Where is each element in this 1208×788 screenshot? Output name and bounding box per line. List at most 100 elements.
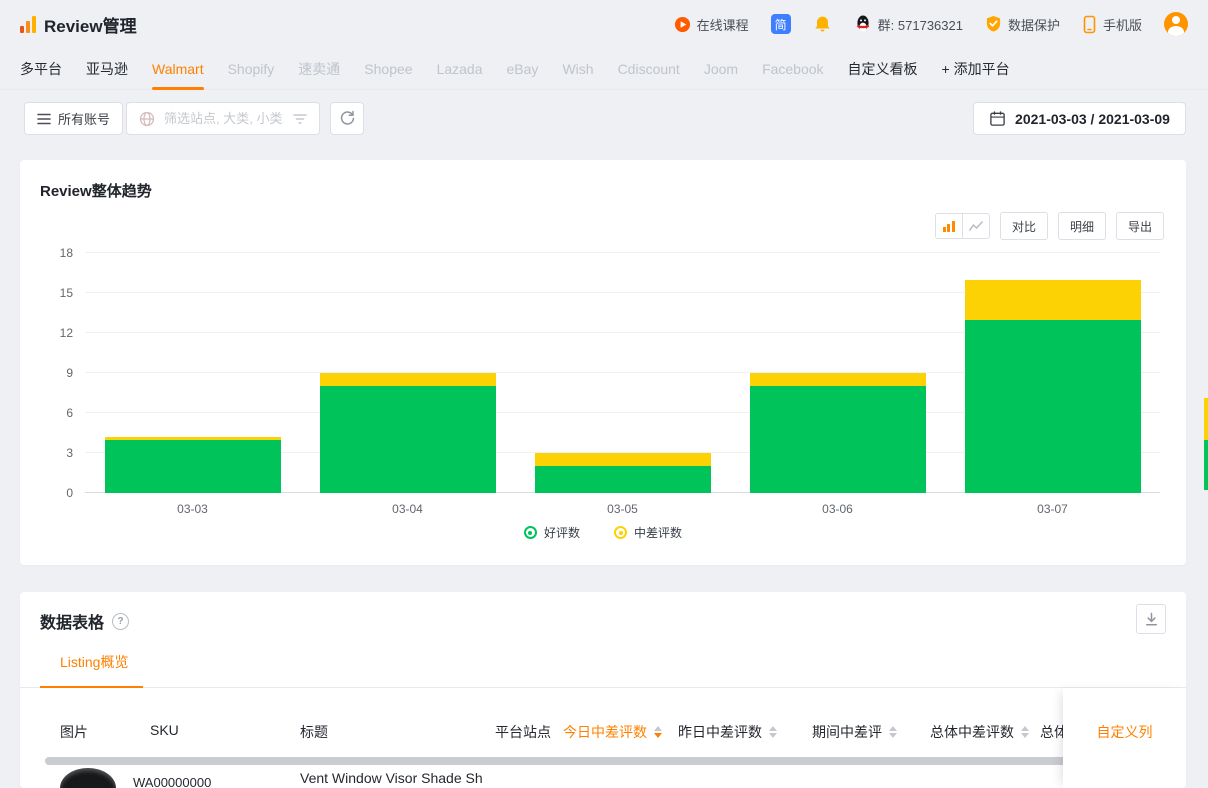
bar-group-03-03: 03-03 [85, 253, 300, 493]
platform-tab-Shopee[interactable]: Shopee [364, 48, 412, 89]
platform-tab-Joom[interactable]: Joom [704, 48, 738, 89]
legend-item-中差评数[interactable]: 中差评数 [614, 524, 682, 541]
line-chart-toggle[interactable] [962, 214, 989, 238]
all-accounts-label: 所有账号 [58, 109, 110, 128]
site-filter-input-wrap [126, 102, 320, 135]
chart-type-switch [935, 213, 990, 239]
x-axis-label: 03-03 [85, 502, 300, 516]
product-image[interactable] [60, 768, 116, 788]
platform-tab-+ 添加平台[interactable]: + 添加平台 [942, 48, 1010, 89]
bar-chart-logo-icon [20, 16, 36, 33]
shield-check-icon [985, 15, 1002, 33]
refresh-button[interactable] [330, 102, 364, 135]
bar-seg-中差评数 [105, 437, 281, 440]
tab-listing-overview[interactable]: Listing概览 [60, 652, 128, 672]
user-avatar[interactable] [1164, 12, 1188, 36]
mobile-version-link[interactable]: 手机版 [1082, 15, 1142, 34]
column-header-标题: 标题 [300, 722, 328, 742]
y-axis-label: 3 [66, 446, 73, 460]
compare-button[interactable]: 对比 [1000, 212, 1048, 240]
platform-tab-Cdiscount[interactable]: Cdiscount [618, 48, 680, 89]
sort-caret[interactable] [769, 726, 777, 738]
page: Review管理 在线课程 简 [0, 0, 1208, 788]
chart-title: Review整体趋势 [40, 180, 152, 201]
calendar-icon [989, 110, 1006, 127]
data-table-card: 数据表格 ? Listing概览 图片SKU标题平台站点今日中差评数昨日中差评数… [20, 592, 1186, 788]
column-header-总体中差评数[interactable]: 总体中差评数 [930, 722, 1029, 742]
help-icon[interactable]: ? [112, 613, 129, 630]
platform-tab-多平台[interactable]: 多平台 [20, 48, 62, 89]
platform-tab-速卖通[interactable]: 速卖通 [298, 48, 340, 89]
column-label: SKU [150, 722, 179, 738]
legend-marker-icon [524, 526, 537, 539]
line-chart-icon [968, 219, 984, 233]
top-nav: 在线课程 简 群: 571736321 [674, 12, 1188, 36]
site-filter-input[interactable] [162, 110, 286, 127]
app-logo: Review管理 [20, 12, 137, 37]
fixed-right-column: 自定义列 [1063, 688, 1186, 788]
column-header-SKU: SKU [150, 722, 179, 738]
legend-marker-icon [614, 526, 627, 539]
hamburger-icon [37, 113, 51, 125]
bar-seg-中差评数 [965, 280, 1141, 320]
bar-group-03-05: 03-05 [515, 253, 730, 493]
platform-tab-Wish[interactable]: Wish [562, 48, 593, 89]
mobile-version-label: 手机版 [1103, 15, 1142, 34]
edge-widget-yellow [1204, 398, 1208, 440]
refresh-icon [339, 110, 356, 127]
platform-tab-eBay[interactable]: eBay [507, 48, 539, 89]
platform-tab-Facebook[interactable]: Facebook [762, 48, 823, 89]
filter-lines-icon [293, 113, 307, 125]
horizontal-scrollbar[interactable] [45, 757, 1105, 765]
bell-icon[interactable] [813, 15, 832, 34]
bar-group-03-04: 03-04 [300, 253, 515, 493]
legend-label: 中差评数 [634, 524, 682, 541]
bar-seg-好评数 [105, 440, 281, 493]
bar-seg-中差评数 [750, 373, 926, 386]
language-badge[interactable]: 简 [771, 14, 791, 34]
active-tab-underline [40, 686, 143, 688]
sort-caret[interactable] [889, 726, 897, 738]
export-button[interactable]: 导出 [1116, 212, 1164, 240]
y-axis-label: 0 [66, 486, 73, 500]
table-title-row: 数据表格 ? [40, 609, 129, 633]
x-axis-label: 03-05 [515, 502, 730, 516]
download-icon [1143, 611, 1160, 628]
column-label: 期间中差评 [812, 722, 882, 742]
platform-tab-自定义看板[interactable]: 自定义看板 [848, 48, 918, 89]
y-axis-label: 12 [60, 326, 73, 340]
bar-chart-toggle[interactable] [936, 214, 962, 238]
all-accounts-button[interactable]: 所有账号 [24, 102, 123, 135]
custom-column-button[interactable]: 自定义列 [1063, 722, 1186, 742]
bar-chart-icon [943, 221, 955, 232]
y-axis-label: 6 [66, 406, 73, 420]
legend-item-好评数[interactable]: 好评数 [524, 524, 580, 541]
platform-tab-Walmart[interactable]: Walmart [152, 48, 204, 89]
chart-toolbar: 对比 明细 导出 [935, 212, 1164, 240]
online-course-link[interactable]: 在线课程 [674, 15, 749, 34]
platform-tab-亚马逊[interactable]: 亚马逊 [86, 48, 128, 89]
detail-button[interactable]: 明细 [1058, 212, 1106, 240]
table-header-row: 图片SKU标题平台站点今日中差评数昨日中差评数期间中差评总体中差评数总体中差 [20, 688, 1186, 746]
bar-seg-好评数 [750, 386, 926, 493]
sort-caret[interactable] [654, 726, 662, 738]
chart-plot: 036912151803-0303-0403-0503-0603-07 [85, 253, 1160, 493]
data-protection-link[interactable]: 数据保护 [985, 15, 1060, 34]
column-header-期间中差评[interactable]: 期间中差评 [812, 722, 897, 742]
platform-tab-Lazada[interactable]: Lazada [437, 48, 483, 89]
data-protection-label: 数据保护 [1008, 15, 1060, 34]
top-bar: Review管理 在线课程 简 [0, 0, 1208, 48]
date-range-picker[interactable]: 2021-03-03 / 2021-03-09 [973, 102, 1186, 135]
column-header-图片: 图片 [60, 722, 88, 742]
platform-tab-Shopify[interactable]: Shopify [228, 48, 275, 89]
bar-seg-好评数 [535, 466, 711, 493]
online-course-label: 在线课程 [697, 15, 749, 34]
column-label: 昨日中差评数 [678, 722, 762, 742]
qq-group[interactable]: 群: 571736321 [854, 14, 963, 34]
column-label: 图片 [60, 722, 88, 742]
column-header-昨日中差评数[interactable]: 昨日中差评数 [678, 722, 777, 742]
sort-caret[interactable] [1021, 726, 1029, 738]
row-title[interactable]: Vent Window Visor Shade Sh [300, 770, 483, 786]
column-header-今日中差评数[interactable]: 今日中差评数 [563, 722, 662, 742]
download-button[interactable] [1136, 604, 1166, 634]
